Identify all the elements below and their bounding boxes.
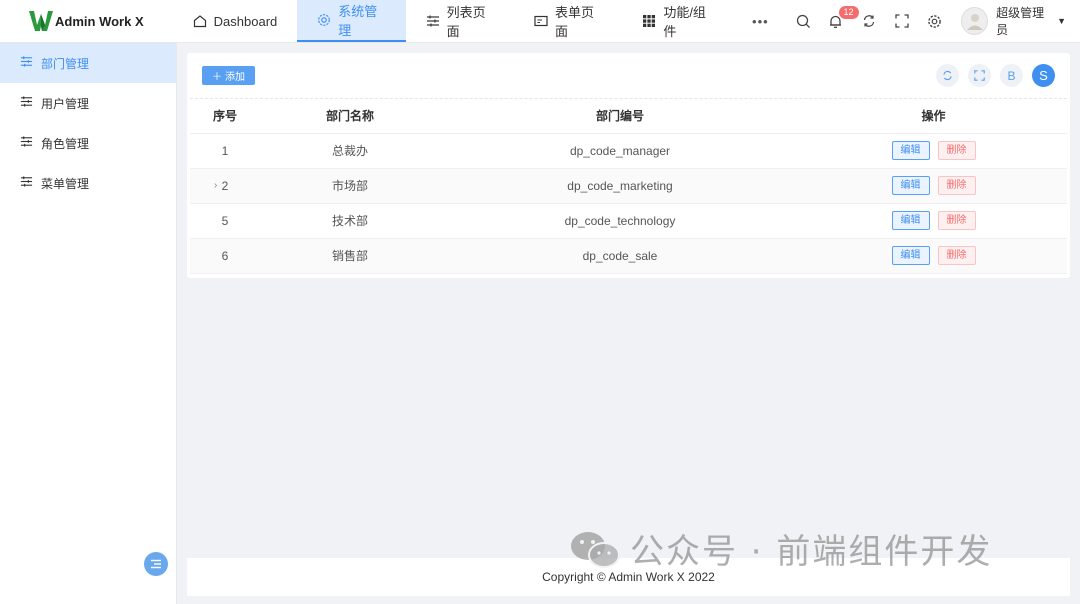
form-icon — [534, 14, 548, 28]
header-actions: 12 超级管理员 ▼ — [787, 0, 1080, 42]
row-name: 销售部 — [260, 238, 440, 274]
row-code: dp_code_marketing — [440, 168, 800, 204]
column-header-code: 部门编号 — [440, 99, 800, 134]
refresh-icon[interactable] — [852, 0, 885, 43]
delete-button[interactable]: 删除 — [937, 141, 976, 160]
row-name: 市场部 — [260, 168, 440, 204]
nav-item-dashboard[interactable]: Dashboard — [173, 0, 298, 42]
plus-icon: ＋ — [212, 72, 222, 83]
table-row: 1 总裁办 dp_code_manager 编辑 删除 — [190, 133, 1067, 169]
nav-item-label: 列表页面 — [446, 5, 486, 39]
sidebar-item-label: 菜单管理 — [41, 176, 90, 191]
nav-item-components[interactable]: 功能/组件 — [622, 0, 734, 42]
sidebar-item-label: 用户管理 — [41, 96, 90, 111]
home-icon — [193, 14, 207, 28]
sliders-icon — [20, 55, 33, 71]
wechat-icon — [571, 531, 620, 568]
sidebar-item-menus[interactable]: 菜单管理 — [0, 163, 176, 203]
edit-button[interactable]: 编辑 — [891, 211, 930, 230]
sidebar-item-label: 部门管理 — [41, 56, 90, 71]
top-nav: Dashboard 系统管理 列表页面 表单页面 功能/组件 ••• — [173, 0, 787, 42]
row-index: 2 — [221, 178, 229, 193]
row-index: 1 — [190, 133, 260, 169]
column-header-name: 部门名称 — [260, 99, 440, 134]
delete-button[interactable]: 删除 — [937, 176, 976, 195]
sidebar: 部门管理 用户管理 角色管理 菜单管理 — [0, 43, 177, 604]
top-header: Admin Work X Dashboard 系统管理 列表页面 表单页面 功能… — [0, 0, 1080, 43]
fullscreen-icon[interactable] — [885, 0, 918, 43]
row-index-cell: › 2 — [190, 168, 260, 204]
department-table: 序号 部门名称 部门编号 操作 1 总裁办 dp_code_manager 编辑… — [190, 99, 1067, 274]
row-code: dp_code_sale — [440, 238, 800, 274]
gear-icon — [317, 13, 331, 27]
delete-button[interactable]: 删除 — [937, 246, 976, 265]
table-row: 6 销售部 dp_code_sale 编辑 删除 — [190, 238, 1067, 274]
size-toggle-button[interactable]: S — [1032, 64, 1055, 87]
user-name[interactable]: 超级管理员 — [996, 4, 1054, 38]
row-name: 总裁办 — [260, 133, 440, 169]
sidebar-item-roles[interactable]: 角色管理 — [0, 123, 176, 163]
row-code: dp_code_manager — [440, 133, 800, 169]
table-row: › 2 市场部 dp_code_marketing 编辑 删除 — [190, 168, 1067, 204]
nav-item-label: 表单页面 — [554, 5, 594, 39]
row-name: 技术部 — [260, 203, 440, 239]
nav-item-label: Dashboard — [213, 13, 278, 29]
row-actions: 编辑 删除 — [800, 203, 1067, 239]
sliders-icon — [20, 95, 33, 111]
nav-more-button[interactable]: ••• — [734, 0, 787, 42]
sidebar-item-label: 角色管理 — [41, 136, 90, 151]
add-button-label: 添加 — [225, 72, 245, 83]
menu-fold-icon — [151, 559, 161, 569]
row-actions: 编辑 删除 — [800, 238, 1067, 274]
table-toolbar: ＋ 添加 B S — [190, 53, 1067, 99]
row-index: 5 — [190, 203, 260, 239]
logo-icon — [29, 11, 54, 31]
chevron-right-icon[interactable]: › — [214, 180, 217, 191]
sliders-icon — [20, 135, 33, 151]
table-header-row: 序号 部门名称 部门编号 操作 — [190, 99, 1067, 134]
edit-button[interactable]: 编辑 — [891, 176, 930, 195]
nav-item-system[interactable]: 系统管理 — [297, 0, 406, 42]
table-row: 5 技术部 dp_code_technology 编辑 删除 — [190, 203, 1067, 239]
logo[interactable]: Admin Work X — [0, 0, 173, 42]
watermark-text: 公众号 · 前端组件开发 — [630, 532, 993, 572]
toolbar-actions: B S — [936, 64, 1055, 87]
edit-button[interactable]: 编辑 — [891, 141, 930, 160]
border-toggle-button[interactable]: B — [1000, 64, 1023, 87]
avatar[interactable] — [960, 7, 989, 35]
row-index: 6 — [190, 238, 260, 274]
sidebar-collapse-button[interactable] — [144, 552, 168, 576]
column-header-actions: 操作 — [800, 99, 1067, 134]
row-actions: 编辑 删除 — [800, 168, 1067, 204]
search-icon[interactable] — [787, 0, 820, 43]
edit-button[interactable]: 编辑 — [891, 246, 930, 265]
delete-button[interactable]: 删除 — [937, 211, 976, 230]
notification-bell-icon[interactable]: 12 — [820, 0, 859, 43]
nav-item-label: 系统管理 — [338, 4, 378, 38]
app-title: Admin Work X — [55, 13, 144, 29]
refresh-icon[interactable] — [936, 64, 959, 87]
nav-item-list-page[interactable]: 列表页面 — [406, 0, 514, 42]
sliders-icon — [426, 14, 440, 28]
column-header-index: 序号 — [190, 99, 260, 134]
sliders-icon — [20, 175, 33, 191]
fullscreen-icon[interactable] — [968, 64, 991, 87]
nav-item-label: 功能/组件 — [663, 5, 706, 39]
sidebar-item-users[interactable]: 用户管理 — [0, 83, 176, 123]
sidebar-item-departments[interactable]: 部门管理 — [0, 43, 176, 83]
grid-icon — [642, 14, 656, 28]
row-actions: 编辑 删除 — [800, 133, 1067, 169]
watermark: 公众号 · 前端组件开发 — [568, 524, 992, 573]
settings-gear-icon[interactable] — [918, 0, 951, 43]
add-button[interactable]: ＋ 添加 — [202, 66, 255, 85]
row-code: dp_code_technology — [440, 203, 800, 239]
nav-item-form-page[interactable]: 表单页面 — [514, 0, 622, 42]
department-card: ＋ 添加 B S 序号 部门名称 部门编号 操作 1 总裁办 dp_code_m… — [187, 53, 1070, 278]
chevron-down-icon[interactable]: ▼ — [1057, 16, 1066, 26]
